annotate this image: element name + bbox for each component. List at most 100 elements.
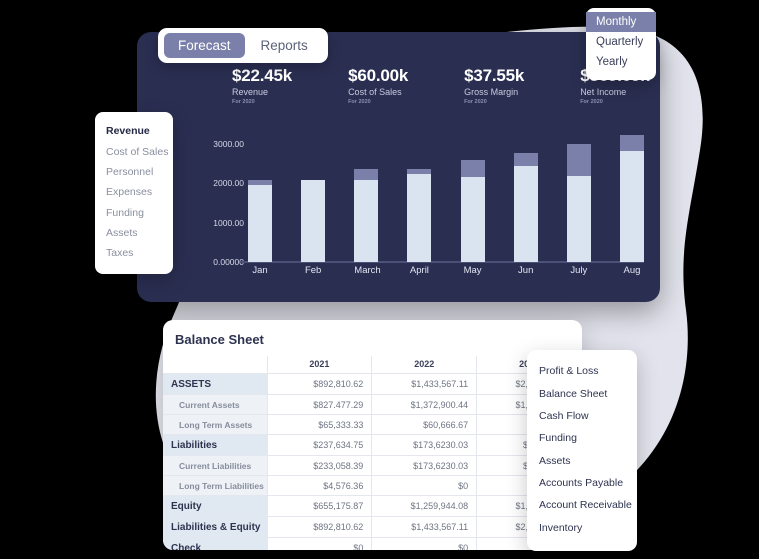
chart-bar[interactable] [619,132,644,262]
x-axis-tick-label: Jan [252,265,268,276]
table-row: Check$0$0$0.001 [163,537,582,550]
category-nav-menu: Revenue Cost of Sales Personnel Expenses… [95,112,173,274]
kpi-label: Gross Margin [464,87,519,97]
kpi-card-revenue: $22.45k Revenue For 2020 [232,66,292,105]
nav-item-revenue[interactable]: Revenue [95,121,173,141]
kpi-card-cost-of-sales: $60.00k Cost of Sales For 2020 [348,66,408,105]
table-column-header [163,356,268,374]
kpi-value: $37.55k [464,66,525,85]
chart-bar[interactable] [460,132,485,262]
table-row: ASSETS$892,810.62$1,433,567.11$2,013,521… [163,373,582,395]
tab-reports[interactable]: Reports [247,33,322,58]
table-cell: $173,6230.03 [371,455,478,476]
chart-y-axis: 0.00000 1000.00 2000.00 3000.00 [196,132,244,267]
period-item-quarterly[interactable]: Quarterly [586,32,656,52]
nav-item-taxes[interactable]: Taxes [95,243,173,263]
chart-x-axis: Jan Feb March April May Jun July Aug [248,265,644,276]
nav-item-personnel[interactable]: Personnel [95,162,173,182]
report-item-account-receivable[interactable]: Account Receivable [527,494,637,516]
bar-segment-base [513,166,538,262]
table-row: Liabilities & Equity $892,810.62 $1,433,56… [163,516,582,538]
view-tabs: Forecast Reports [158,28,328,63]
row-label: Current Liabilities [163,455,268,476]
table-cell: $655,175.87 [266,495,373,517]
bar-segment-base [354,180,379,262]
balance-sheet-card: Balance Sheet 202120222023 ASSETS$892,81… [163,320,582,550]
report-item-cash-flow[interactable]: Cash Flow [527,405,637,427]
table-row: Equity$655,175.87$1,259,944.08$1,845,178… [163,495,582,517]
nav-item-cost-of-sales[interactable]: Cost of Sales [95,141,173,161]
row-label: ASSETS [163,373,268,395]
row-label: Liabilities [163,434,268,456]
table-row: Long Term Liabilities$4,576.36$0$0 [163,475,582,496]
kpi-sublabel: For 2020 [580,99,603,105]
kpi-card-gross-margin: $37.55k Gross Margin For 2020 [464,66,524,105]
report-item-accounts-payable[interactable]: Accounts Payable [527,472,637,494]
nav-item-funding[interactable]: Funding [95,203,173,223]
table-row: Current Assets$827.477.29$1,372,900.44$1… [163,394,582,415]
table-cell: $1,433,567.11 [371,373,478,395]
period-item-yearly[interactable]: Yearly [586,52,656,72]
table-cell: $827.477.29 [266,394,373,415]
tab-forecast[interactable]: Forecast [164,33,245,58]
balance-sheet-table: 202120222023 ASSETS$892,810.62$1,433,567… [163,356,582,550]
bar-segment-base [460,177,485,262]
row-label: Long Term Assets [163,414,268,435]
kpi-label: Cost of Sales [348,87,402,97]
table-cell: $237,634.75 [266,434,373,456]
table-cell: $65,333.33 [266,414,373,435]
table-cell: $1,433,567.11 [371,516,478,538]
balance-sheet-title: Balance Sheet [175,332,264,347]
row-label: Long Term Liabilities [163,475,268,496]
nav-item-assets[interactable]: Assets [95,223,173,243]
bar-segment-base [248,185,272,262]
period-dropdown-menu: Monthly Quarterly Yearly [586,8,656,80]
chart-bar[interactable] [566,132,591,262]
bar-segment-base [619,151,644,262]
table-cell: $60,666.67 [371,414,478,435]
chart-plot-area [248,132,644,262]
y-axis-tick-label: 3000.00 [213,138,244,149]
kpi-sublabel: For 2020 [348,99,371,105]
table-cell: $1,372,900.44 [371,394,478,415]
bar-segment-growth [619,134,644,152]
x-axis-tick-label: March [354,265,381,276]
kpi-value: $22.45k [232,66,293,85]
bar-segment-base [407,174,432,262]
row-label: Equity [163,495,268,517]
chart-bar[interactable] [407,132,432,262]
kpi-sublabel: For 2020 [464,99,487,105]
y-axis-tick-label: 1000.00 [213,217,244,228]
kpi-sublabel: For 2020 [232,99,255,105]
nav-item-expenses[interactable]: Expenses [95,182,173,202]
table-row: Current Liabilities $233,058.39 $173,6230.… [163,455,582,476]
chart-bar[interactable] [354,132,379,262]
x-axis-tick-label: May [463,265,482,276]
report-item-profit-loss[interactable]: Profit & Loss [527,360,637,382]
bar-segment-growth [354,169,379,181]
chart-bar[interactable] [248,132,272,262]
kpi-value: $60.00k [348,66,409,85]
report-dropdown-menu: Profit & Loss Balance Sheet Cash Flow Fu… [527,350,637,551]
bar-segment-growth [460,159,485,178]
report-item-assets[interactable]: Assets [527,450,637,472]
report-item-balance-sheet[interactable]: Balance Sheet [527,382,637,404]
table-cell: $0 [266,537,373,550]
table-cell: $0 [371,537,478,550]
table-cell: $4,576.36 [266,475,373,496]
report-item-funding[interactable]: Funding [527,427,637,449]
chart-bar[interactable] [301,132,326,262]
bar-segment-base [566,176,591,262]
table-cell: $0 [371,475,478,496]
bar-segment-growth [513,153,538,167]
table-column-header: 2021 [266,356,373,374]
table-row: Long Term Assets$65,333.33$60,666.67$56,… [163,414,582,435]
chart-bar[interactable] [513,132,538,262]
row-label: Current Assets [163,394,268,415]
x-axis-tick-label: Feb [304,265,322,276]
report-item-inventory[interactable]: Inventory [527,517,637,539]
x-axis-tick-label: Aug [623,265,641,276]
table-column-header: 2022 [371,356,478,374]
period-item-monthly[interactable]: Monthly [586,12,656,32]
table-row: Liabilities$237,634.75$173,6230.03$168,3… [163,434,582,456]
